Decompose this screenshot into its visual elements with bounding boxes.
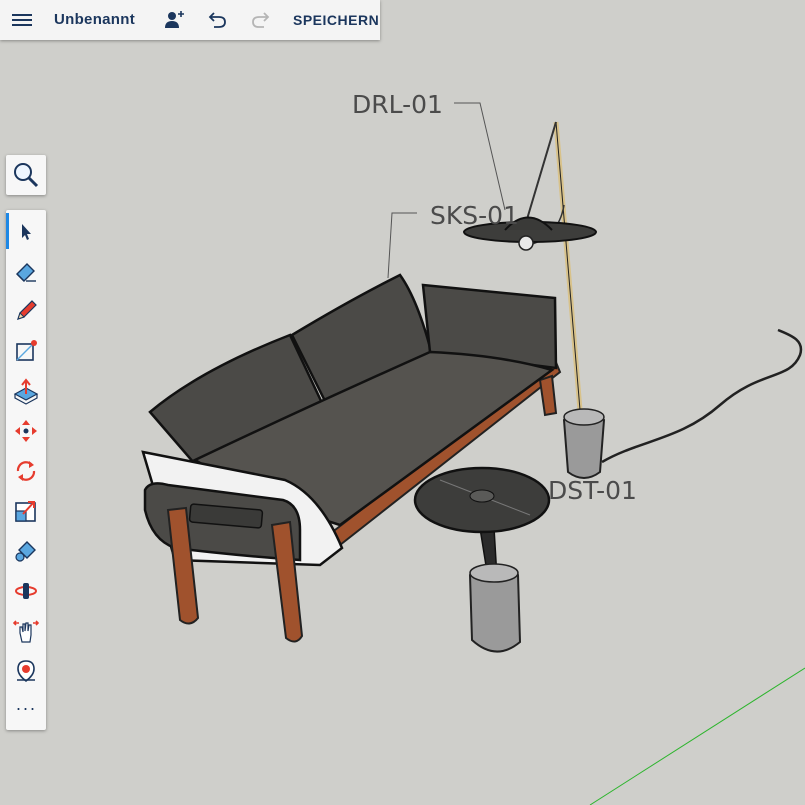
leader-line-sks	[387, 212, 417, 279]
rectangle-tool[interactable]	[6, 331, 46, 371]
select-tool[interactable]	[6, 211, 46, 251]
hamburger-icon[interactable]	[12, 11, 32, 29]
search-panel	[6, 155, 46, 195]
label-dst-01: DST-01	[548, 476, 637, 505]
eraser-icon	[16, 263, 36, 282]
tools-panel: ···	[6, 210, 46, 730]
ellipsis-icon: ···	[15, 697, 37, 718]
scale-icon	[15, 501, 36, 522]
paint-bucket-tool[interactable]	[6, 531, 46, 571]
leader-line-drl	[454, 102, 506, 211]
document-title[interactable]: Unbenannt	[54, 11, 135, 28]
pencil-tool[interactable]	[6, 291, 46, 331]
pan-hand-icon	[13, 620, 39, 643]
label-sks-01: SKS-01	[430, 201, 519, 230]
save-button[interactable]: SPEICHERN	[293, 12, 379, 28]
move-tool[interactable]	[6, 411, 46, 451]
lamp-cable	[601, 328, 803, 464]
label-drl-01: DRL-01	[352, 90, 443, 119]
pencil-icon	[17, 300, 37, 320]
undo-icon[interactable]	[205, 8, 229, 32]
scale-tool[interactable]	[6, 491, 46, 531]
push-pull-tool[interactable]	[6, 371, 46, 411]
look-around-tool[interactable]	[6, 651, 46, 691]
rotate-icon	[16, 461, 36, 481]
move-arrows-icon	[15, 420, 37, 442]
orbit-icon	[15, 583, 37, 599]
more-tools[interactable]: ···	[6, 691, 46, 731]
search-icon[interactable]	[6, 155, 46, 195]
redo-icon[interactable]	[249, 8, 273, 32]
look-around-icon	[17, 660, 35, 683]
pan-tool[interactable]	[6, 611, 46, 651]
cursor-arrow-icon	[22, 224, 31, 240]
side-table-dst-01[interactable]	[413, 466, 551, 653]
eraser-tool[interactable]	[6, 251, 46, 291]
orbit-tool[interactable]	[6, 571, 46, 611]
paint-bucket-icon	[15, 541, 36, 562]
green-axis-line	[589, 667, 805, 805]
3d-viewport[interactable]	[0, 0, 805, 805]
add-user-icon[interactable]	[162, 8, 186, 32]
rectangle-icon	[16, 340, 37, 361]
top-bar: Unbenannt SPEICHERN	[0, 0, 380, 40]
rotate-tool[interactable]	[6, 451, 46, 491]
push-pull-icon	[13, 378, 39, 405]
